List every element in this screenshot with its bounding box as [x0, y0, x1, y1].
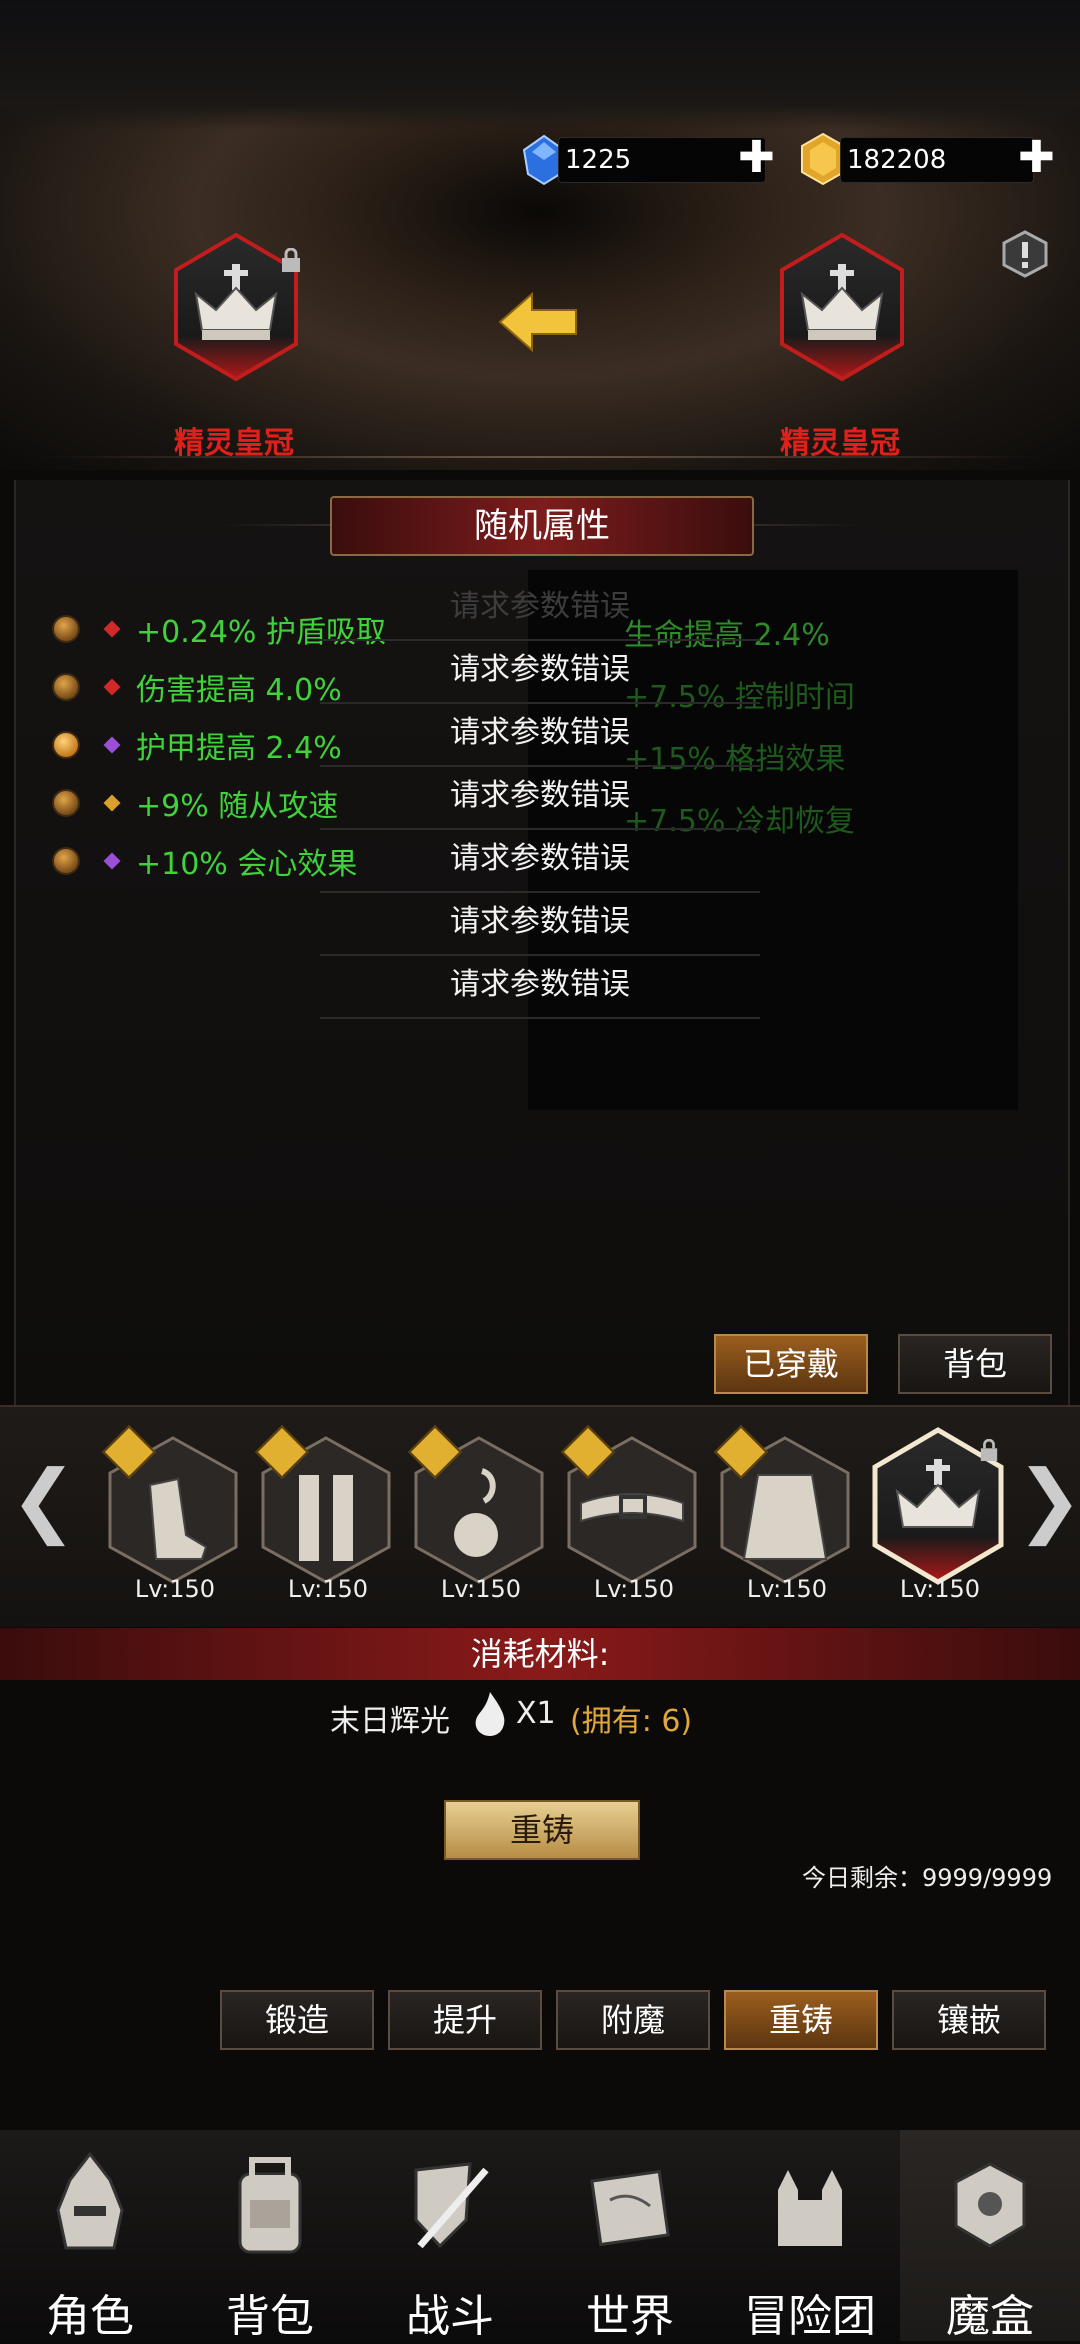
error-message: 请求参数错误: [320, 956, 760, 1019]
castle-icon: [778, 2170, 842, 2246]
equipment-level: Lv:150: [899, 1575, 981, 1603]
nav-magic-box[interactable]: 魔盒: [900, 2130, 1080, 2342]
nav-label: 背包: [226, 2291, 314, 2342]
tab-upgrade[interactable]: 提升: [388, 1990, 542, 2050]
equipment-level: Lv:150: [440, 1575, 522, 1603]
gold-count: 182208: [840, 137, 1034, 183]
nav-adventure-team[interactable]: 冒险团: [720, 2130, 900, 2342]
reforge-result-item[interactable]: [778, 232, 906, 386]
nav-label: 冒险团: [744, 2291, 876, 2342]
nav-label: 角色: [46, 2291, 134, 2342]
tab-inlay[interactable]: 镶嵌: [892, 1990, 1046, 2050]
forge-scene: [0, 0, 1080, 470]
sword-shield-icon: [414, 2162, 489, 2249]
equipment-slot[interactable]: Lv:150: [100, 1425, 250, 1615]
reforge-button[interactable]: 重铸: [444, 1800, 640, 1860]
add-gold-button[interactable]: ✚: [1018, 136, 1055, 180]
stat-text: 伤害提高 4.0%: [136, 673, 342, 708]
gem-icon: [103, 794, 121, 812]
equipment-slot-selected[interactable]: Lv:150: [865, 1425, 1015, 1615]
remaining-today: 今日剩余：9999/9999: [802, 1864, 1053, 1892]
lock-toggle-icon[interactable]: [52, 615, 80, 643]
material-name: 末日辉光: [330, 1704, 450, 1739]
lock-toggle-icon[interactable]: [52, 673, 80, 701]
equipment-slot[interactable]: Lv:150: [712, 1425, 862, 1615]
material-qty: X1: [516, 1696, 556, 1731]
section-title: 随机属性: [330, 496, 754, 556]
error-message: 请求参数错误: [320, 830, 760, 893]
equipment-level: Lv:150: [593, 1575, 675, 1603]
equipment-slot[interactable]: Lv:150: [406, 1425, 556, 1615]
gem-icon: [103, 736, 121, 754]
equipment-level: Lv:150: [287, 1575, 369, 1603]
equipment-slot[interactable]: Lv:150: [559, 1425, 709, 1615]
equipment-level: Lv:150: [746, 1575, 828, 1603]
lock-toggle-icon[interactable]: [52, 847, 80, 875]
nav-character[interactable]: 角色: [0, 2130, 180, 2342]
equipment-slot[interactable]: Lv:150: [253, 1425, 403, 1615]
equipment-level: Lv:150: [134, 1575, 216, 1603]
error-list: 请求参数错误 请求参数错误 请求参数错误 请求参数错误 请求参数错误 请求参数错…: [320, 578, 760, 1019]
tab-reforge[interactable]: 重铸: [724, 1990, 878, 2050]
error-message: 请求参数错误: [320, 704, 760, 767]
lock-toggle-icon[interactable]: [52, 731, 80, 759]
nav-label: 世界: [586, 2291, 674, 2342]
nav-label: 战斗: [406, 2291, 494, 2342]
arrow-left-icon: [498, 291, 578, 356]
tab-enchant[interactable]: 附魔: [556, 1990, 710, 2050]
error-message: 请求参数错误: [320, 893, 760, 956]
magic-cube-icon: [954, 2162, 1026, 2248]
divider: [40, 456, 1040, 458]
gem-icon: [103, 620, 121, 638]
add-gems-button[interactable]: ✚: [738, 136, 775, 180]
lock-icon: [280, 247, 302, 278]
bag-tab-button[interactable]: 背包: [898, 1334, 1052, 1394]
lock-icon: [979, 1438, 999, 1467]
tab-forge[interactable]: 锻造: [220, 1990, 374, 2050]
backpack-icon: [238, 2157, 302, 2254]
material-owned: (拥有: 6): [570, 1704, 693, 1739]
chevron-left-icon[interactable]: ❮: [10, 1460, 77, 1540]
equipped-tab-button[interactable]: 已穿戴: [714, 1334, 868, 1394]
helmet-icon: [56, 2151, 124, 2250]
error-message: 请求参数错误: [320, 767, 760, 830]
gem-count: 1225: [558, 137, 766, 183]
stat-text: 护甲提高 2.4%: [136, 731, 342, 766]
info-icon[interactable]: [1002, 230, 1048, 282]
flame-icon: [470, 1690, 510, 1742]
chevron-right-icon[interactable]: ❯: [1016, 1460, 1080, 1540]
error-message: 请求参数错误: [320, 641, 760, 704]
error-message: 请求参数错误: [320, 578, 760, 641]
nav-label: 魔盒: [946, 2291, 1034, 2342]
materials-header: 消耗材料:: [0, 1628, 1080, 1680]
lock-toggle-icon[interactable]: [52, 789, 80, 817]
gem-icon: [103, 852, 121, 870]
gem-icon: [103, 678, 121, 696]
map-scroll-icon: [590, 2169, 670, 2247]
nav-world[interactable]: 世界: [540, 2130, 720, 2342]
nav-battle[interactable]: 战斗: [360, 2130, 540, 2342]
nav-bag[interactable]: 背包: [180, 2130, 360, 2342]
stat-text: +9% 随从攻速: [136, 789, 339, 824]
